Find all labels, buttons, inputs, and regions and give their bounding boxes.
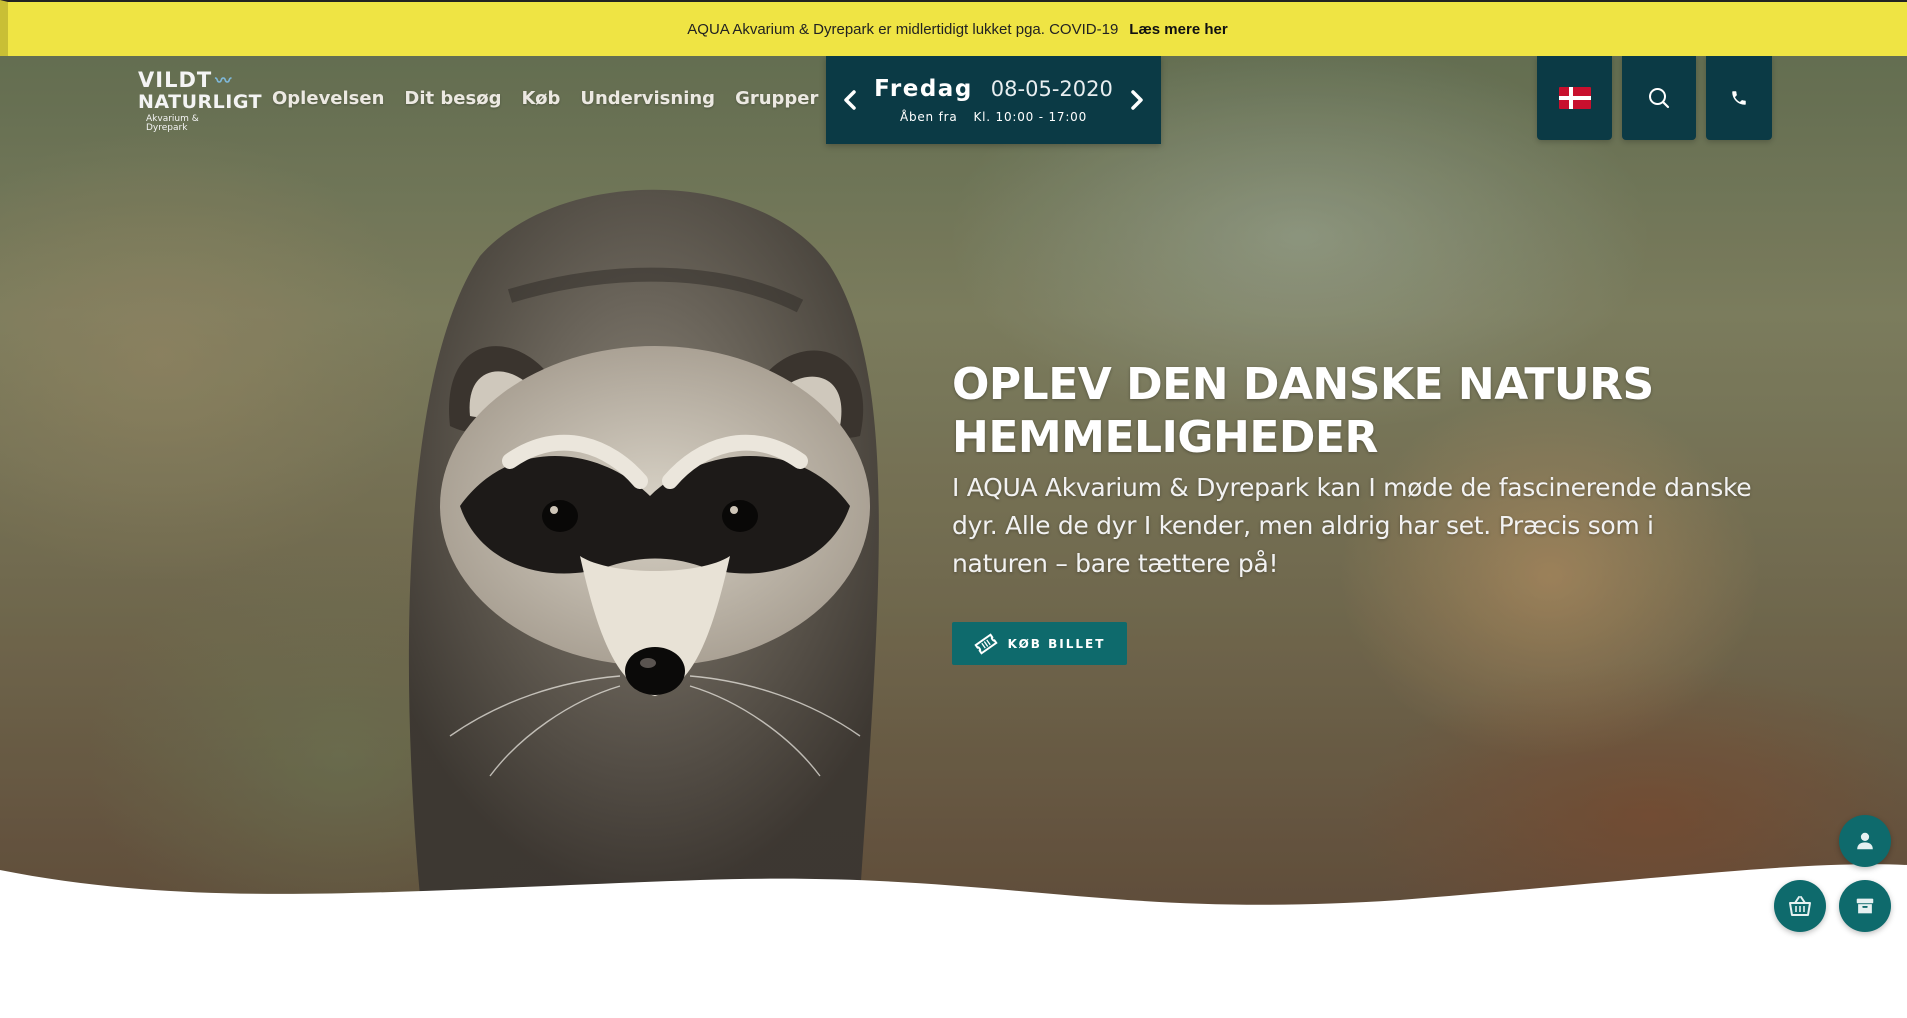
buy-ticket-button[interactable]: KØB BILLET <box>952 622 1127 665</box>
announcement-banner: AQUA Akvarium & Dyrepark er midlertidigt… <box>0 0 1907 56</box>
logo-wave-icon: 〰 <box>215 70 233 90</box>
search-icon <box>1649 88 1670 109</box>
archive-button[interactable] <box>1839 880 1891 932</box>
chevron-right-icon <box>1131 90 1143 110</box>
archive-icon <box>1856 898 1874 914</box>
date-value: 08-05-2020 <box>990 77 1113 101</box>
opening-hours-widget: Fredag 08-05-2020 Åben fra Kl. 10:00 - 1… <box>826 56 1161 144</box>
banner-message: AQUA Akvarium & Dyrepark er midlertidigt… <box>687 20 1119 38</box>
next-day-button[interactable] <box>1113 56 1161 144</box>
day-name: Fredag <box>874 76 973 102</box>
banner-read-more-link[interactable]: Læs mere her <box>1129 21 1227 38</box>
site-logo[interactable]: VILDT 〰 NATURLIGT Akvarium & Dyrepark <box>138 68 263 134</box>
hero-title: OPLEV DEN DANSKE NATURS HEMMELIGHEDER <box>952 359 1654 463</box>
chevron-left-icon <box>844 90 856 110</box>
logo-line-3: Akvarium & Dyrepark <box>146 114 199 133</box>
phone-icon <box>1732 91 1746 105</box>
nav-item-oplevelsen[interactable]: Oplevelsen <box>272 88 384 109</box>
previous-day-button[interactable] <box>826 56 874 144</box>
nav-item-undervisning[interactable]: Undervisning <box>580 88 715 109</box>
language-button[interactable] <box>1537 56 1612 140</box>
nav-item-dit-besog[interactable]: Dit besøg <box>404 88 501 109</box>
hero-bottom-wave <box>0 864 1907 970</box>
user-account-button[interactable] <box>1839 815 1891 867</box>
ticket-icon <box>973 632 998 655</box>
logo-line-1: VILDT <box>138 68 213 92</box>
open-label: Åben fra <box>899 110 958 124</box>
basket-button[interactable] <box>1774 880 1826 932</box>
opening-hours: Kl. 10:00 - 17:00 <box>973 110 1088 124</box>
basket-icon <box>1789 896 1811 916</box>
danish-flag-icon <box>1558 87 1591 109</box>
user-icon <box>1857 832 1873 850</box>
main-navigation: Oplevelsen Dit besøg Køb Undervisning Gr… <box>272 88 818 109</box>
search-button[interactable] <box>1622 56 1696 140</box>
raccoon-image <box>408 189 879 896</box>
nav-item-grupper[interactable]: Grupper <box>735 88 818 109</box>
page: AQUA Akvarium & Dyrepark er midlertidigt… <box>0 0 1907 1018</box>
logo-line-2: NATURLIGT <box>138 91 263 113</box>
phone-button[interactable] <box>1706 56 1772 140</box>
hero-description: I AQUA Akvarium & Dyrepark kan I møde de… <box>952 473 1752 578</box>
buy-ticket-label: KØB BILLET <box>1007 636 1106 651</box>
nav-item-kob[interactable]: Køb <box>521 88 560 109</box>
date-display: Fredag 08-05-2020 Åben fra Kl. 10:00 - 1… <box>874 76 1113 124</box>
